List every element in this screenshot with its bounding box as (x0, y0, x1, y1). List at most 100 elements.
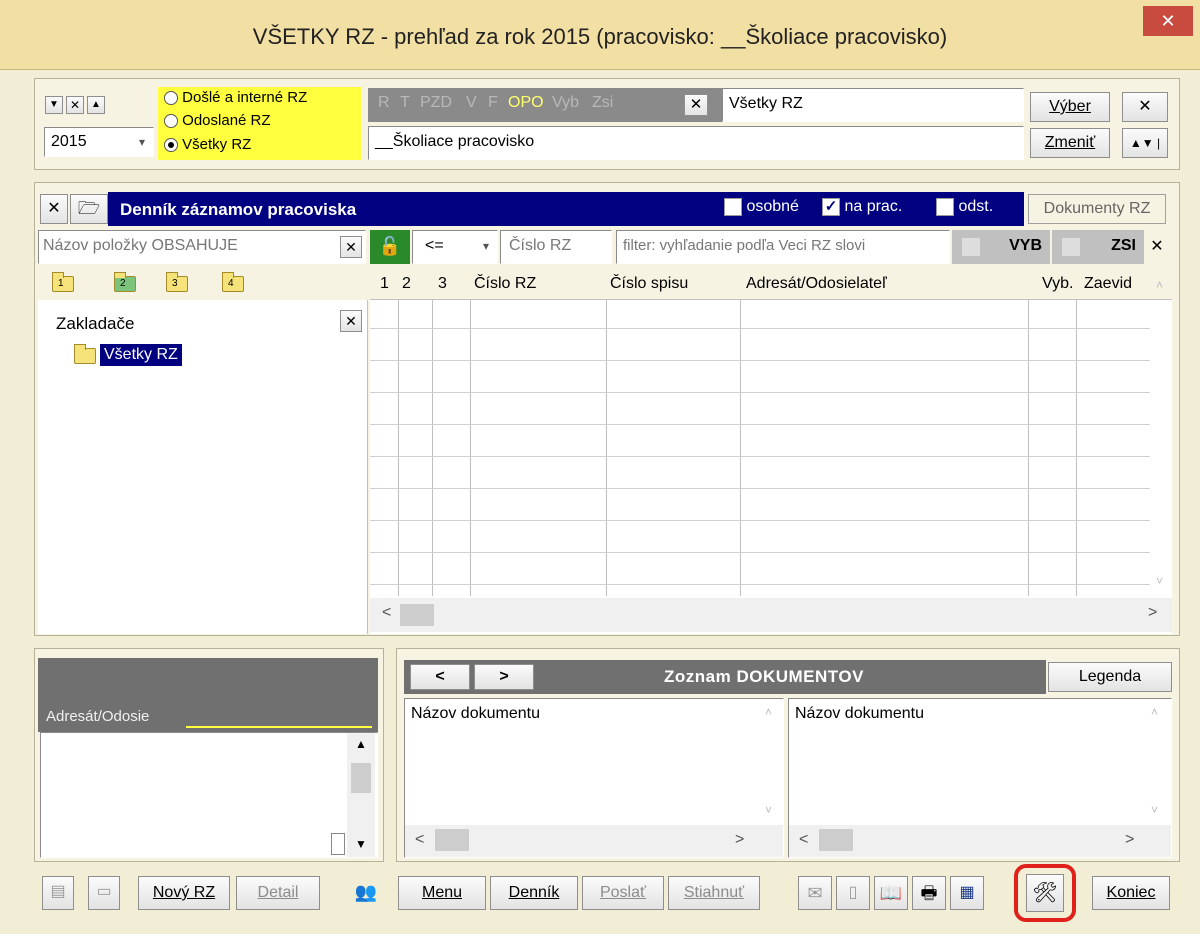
flag-v[interactable]: V (466, 94, 477, 112)
search-clear-button[interactable]: ✕ (340, 236, 362, 258)
col-cislo-rz[interactable]: Číslo RZ (474, 275, 536, 293)
col-3[interactable]: 3 (438, 275, 447, 293)
col-vyb[interactable]: Vyb. (1042, 275, 1073, 293)
records-grid: 1 2 3 Číslo RZ Číslo spisu Adresát/Odosi… (370, 268, 1172, 634)
documents-list-left[interactable]: Názov dokumentu ˄ ˅ < > (404, 698, 784, 858)
chevron-right-icon: > (735, 831, 745, 848)
grid-vscrollbar[interactable]: ˄ ˅ (1150, 268, 1172, 596)
spin-buttons[interactable]: ▲▼ | (1122, 128, 1168, 158)
flag-vyb[interactable]: Vyb (552, 94, 579, 112)
flags-clear-button[interactable]: ✕ (684, 94, 708, 116)
folder-tab-3[interactable]: 3 (166, 272, 188, 297)
hscroll-thumb[interactable] (400, 604, 434, 626)
koniec-button[interactable]: Koniec (1092, 876, 1170, 910)
dokumenty-rz-button[interactable]: Dokumenty RZ (1028, 194, 1166, 224)
number-filter-input[interactable]: Číslo RZ (500, 230, 612, 264)
item-search-input[interactable]: Názov položky OBSAHUJE (38, 230, 366, 264)
year-clear-button[interactable]: ✕ (66, 96, 84, 114)
checkbox-icon (724, 198, 742, 216)
filter-row-close-button[interactable]: ✕ (1146, 236, 1168, 258)
toggle-icon (1062, 238, 1080, 256)
zmenit-button[interactable]: Zmeniť (1030, 128, 1110, 158)
flag-f[interactable]: F (488, 94, 498, 112)
tree-close-button[interactable]: ✕ (340, 310, 362, 332)
col-adresat[interactable]: Adresát/Odosielateľ (746, 275, 887, 293)
mailbox-icon[interactable]: ▤ (42, 876, 74, 910)
operator-select[interactable]: <= ▾ (412, 230, 498, 264)
prev-document-button[interactable]: < (410, 664, 470, 690)
radio-incoming[interactable]: Došlé a interné RZ (164, 89, 307, 106)
poslat-button[interactable]: Poslať (582, 876, 664, 910)
vyb-toggle[interactable]: VYB (952, 230, 1050, 264)
zsi-toggle[interactable]: ZSI (1052, 230, 1144, 264)
printer-icon[interactable]: 🖶 (912, 876, 946, 910)
window-close-button[interactable]: ✕ (1143, 6, 1193, 36)
resize-handle[interactable] (331, 833, 345, 855)
journal-title: Denník záznamov pracoviska (120, 200, 357, 219)
grid-header: 1 2 3 Číslo RZ Číslo spisu Adresát/Odosi… (370, 268, 1172, 300)
address-scrollbar[interactable]: ▲ ▼ (347, 733, 375, 857)
check-osobne[interactable]: osobné (724, 198, 799, 216)
chevron-up-icon: ˄ (1151, 705, 1159, 719)
grid-hscrollbar[interactable]: < > (370, 598, 1172, 632)
col-cislo-spisu[interactable]: Číslo spisu (610, 275, 688, 293)
chevron-down-icon: ▾ (482, 239, 489, 253)
radio-selected-icon (164, 138, 178, 153)
flag-pzd[interactable]: PZD (420, 94, 452, 112)
col-document-name-right[interactable]: Názov dokumentu (795, 705, 924, 723)
documents-header: < > Zoznam DOKUMENTOV (404, 660, 1046, 694)
filter-close-button[interactable]: ✕ (1122, 92, 1168, 122)
list-icon[interactable]: ▭ (88, 876, 120, 910)
check-odst[interactable]: odst. (936, 198, 993, 216)
users-icon[interactable]: 👥 (350, 876, 382, 910)
address-list[interactable]: ▲ ▼ (40, 732, 378, 858)
envelope-icon[interactable]: ✉ (798, 876, 832, 910)
year-up-button[interactable]: ▲ (87, 96, 105, 114)
journal-close-button[interactable]: ✕ (40, 194, 68, 224)
next-document-button[interactable]: > (474, 664, 534, 690)
lock-icon[interactable]: 🔓 (370, 230, 410, 264)
documents-right-hscroll[interactable]: < > (789, 825, 1171, 857)
documents-list-right[interactable]: Názov dokumentu ˄ ˅ < > (788, 698, 1172, 858)
chevron-up-icon: ▲ (355, 737, 367, 751)
selection-field[interactable]: Všetky RZ (722, 88, 1024, 122)
folder-tab-2[interactable]: 2 (114, 272, 136, 297)
detail-button[interactable]: Detail (236, 876, 320, 910)
col-1[interactable]: 1 (380, 275, 389, 293)
menu-button[interactable]: Menu (398, 876, 486, 910)
radio-sent[interactable]: Odoslané RZ (164, 112, 271, 129)
book-icon[interactable]: 📖 (874, 876, 908, 910)
calendar-icon[interactable]: ▦ (950, 876, 984, 910)
flag-r[interactable]: R (378, 94, 390, 112)
flag-opo[interactable]: OPO (508, 94, 544, 112)
col-document-name-left[interactable]: Názov dokumentu (411, 705, 540, 723)
hscroll-thumb[interactable] (819, 829, 853, 851)
tree-item-vsetky[interactable]: Všetky RZ (100, 344, 182, 366)
stiahnut-button[interactable]: Stiahnuť (668, 876, 760, 910)
year-down-button[interactable]: ▼ (45, 96, 63, 114)
new-rz-button[interactable]: Nový RZ (138, 876, 230, 910)
open-folder-icon[interactable]: 🗁 (70, 194, 108, 224)
dennik-button[interactable]: Denník (490, 876, 578, 910)
folder-tab-1[interactable]: 1 (52, 272, 74, 297)
documents-left-hscroll[interactable]: < > (405, 825, 783, 857)
legenda-button[interactable]: Legenda (1048, 662, 1172, 692)
subject-filter-input[interactable]: filter: vyhľadanie podľa Veci RZ slovi (616, 230, 950, 264)
address-underline (186, 726, 372, 728)
folder-tab-4[interactable]: 4 (222, 272, 244, 297)
address-header: Adresát/Odosie (38, 658, 378, 732)
col-zaevid[interactable]: Zaevid (1084, 275, 1132, 293)
tree-root[interactable]: Zakladače (56, 314, 134, 334)
document-icon[interactable]: ▯ (836, 876, 870, 910)
col-2[interactable]: 2 (402, 275, 411, 293)
flag-t[interactable]: T (400, 94, 410, 112)
hscroll-thumb[interactable] (435, 829, 469, 851)
workplace-field[interactable]: __Školiace pracovisko (368, 126, 1024, 160)
radio-all[interactable]: Všetky RZ (164, 136, 251, 153)
flag-zsi[interactable]: Zsi (592, 94, 613, 112)
vyber-button[interactable]: Výber (1030, 92, 1110, 122)
check-na-prac[interactable]: ✓ na prac. (822, 198, 902, 216)
scroll-thumb[interactable] (351, 763, 371, 793)
year-select[interactable]: 2015 ▾ (44, 127, 154, 157)
window-title: VŠETKY RZ - prehľad za rok 2015 (pracovi… (252, 24, 948, 49)
